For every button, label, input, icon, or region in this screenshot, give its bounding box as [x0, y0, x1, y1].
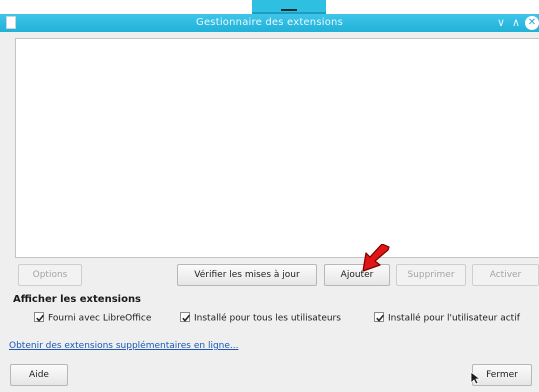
check-updates-button[interactable]: Vérifier les mises à jour	[177, 264, 317, 286]
checkbox-checked-icon[interactable]	[34, 312, 45, 322]
checkbox-checked-icon[interactable]	[374, 312, 385, 322]
filter-current-user-label: Installé pour l'utilisateur actif	[388, 313, 520, 324]
window-title: Gestionnaire des extensions	[196, 17, 343, 28]
filters-title: Afficher les extensions	[13, 294, 142, 305]
filter-current-user[interactable]: Installé pour l'utilisateur actif	[374, 312, 520, 327]
filter-all-users-label: Installé pour tous les utilisateurs	[194, 313, 341, 324]
red-arrow-icon	[362, 244, 390, 272]
filter-bundled-label: Fourni avec LibreOffice	[48, 313, 152, 324]
remove-button[interactable]: Supprimer	[396, 264, 466, 286]
options-button[interactable]: Options	[18, 264, 82, 286]
filter-all-users[interactable]: Installé pour tous les utilisateurs	[180, 312, 341, 327]
window-titlebar[interactable]: Gestionnaire des extensions ∨ ∧ ✕	[0, 14, 539, 32]
checkbox-checked-icon[interactable]	[180, 312, 191, 322]
top-tab[interactable]	[252, 0, 326, 14]
close-button[interactable]: Fermer	[472, 364, 532, 386]
close-icon[interactable]: ✕	[525, 16, 539, 30]
extension-list[interactable]	[15, 38, 539, 258]
help-button[interactable]: Aide	[10, 364, 68, 386]
tab-indicator-icon	[281, 9, 297, 11]
filter-bundled[interactable]: Fourni avec LibreOffice	[34, 312, 152, 327]
top-strip	[0, 0, 539, 14]
mouse-cursor-icon	[470, 371, 480, 385]
enable-button[interactable]: Activer	[472, 264, 539, 286]
minimize-icon[interactable]: ∨	[494, 15, 508, 31]
get-more-extensions-link[interactable]: Obtenir des extensions supplémentaires e…	[9, 341, 239, 351]
maximize-icon[interactable]: ∧	[509, 15, 523, 31]
